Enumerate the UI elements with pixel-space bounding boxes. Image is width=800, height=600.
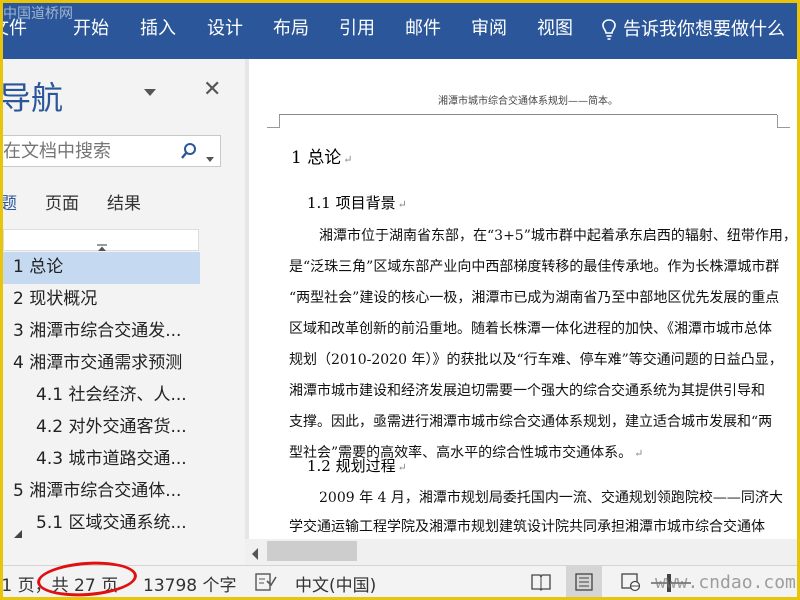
text-line: 学交通运输工程学院及湘潭市规划建筑设计院共同承担湘潭市城市综合交通体 — [289, 516, 765, 536]
tab-mailings[interactable]: 邮件 — [405, 17, 441, 41]
text-line-content: “两型社会”建设的核心一极，湘潭市已成为湖南省乃至中部地区优先发展的重点 — [289, 290, 780, 306]
heading-item[interactable]: 3 湘潭市综合交通发... — [3, 316, 200, 348]
heading-item[interactable]: 1 总论 — [3, 252, 200, 284]
heading-item-label: 1 总论 — [13, 257, 64, 277]
text-line-content: 学交通运输工程学院及湘潭市规划建筑设计院共同承担湘潭市城市综合交通体 — [289, 519, 765, 535]
text-line-content: 2009 年 4 月，湘潭市规划局委托国内一流、交通规划领跑院校——同济大 — [319, 490, 783, 506]
text-line: 支撑。因此，亟需进行湘潭市城市综合交通体系规划，建立适合城市发展和“两 — [289, 411, 772, 431]
navigation-pane: 导航 ✕ 标题 页面 结果 1 总论 2 现状概况 3 湘潭市综合交通发... 4 湘… — [3, 59, 245, 565]
tab-design[interactable]: 设计 — [207, 17, 243, 41]
text-line: 区域和改革创新的前沿重地。随着长株潭一体化进程的加快、《湘潭市城市总体 — [289, 318, 772, 338]
lightbulb-icon — [601, 17, 617, 49]
heading-item-label: 4.3 城市道路交通... — [36, 449, 187, 469]
scroll-up-button[interactable] — [3, 229, 199, 251]
text-line-content: 规划（2010-2020 年）》的获批以及“行车难、停车难”等交通问题的日益凸显… — [289, 352, 783, 368]
language-status[interactable]: 中文(中国) — [295, 571, 376, 596]
status-bar: 第 1 页，共 27 页 13798 个字 中文(中国) www.cndao.c… — [3, 558, 797, 597]
web-layout-icon — [621, 573, 641, 592]
heading-1: 1 总论 ↵ — [291, 143, 352, 168]
document-canvas: 湘潭市城市综合交通体系规划——简本。 1 总论 ↵ 1.1 项目背景 ↵ 湘潭市位于… — [245, 59, 797, 565]
expand-triangle-icon[interactable] — [13, 519, 23, 540]
margin-mark-right — [777, 115, 790, 128]
chevron-down-icon[interactable] — [143, 83, 157, 97]
print-layout-button[interactable] — [566, 566, 602, 597]
tab-layout[interactable]: 布局 — [273, 17, 309, 41]
search-icon[interactable] — [181, 142, 197, 164]
heading-item[interactable]: 4.1 社会经济、人... — [3, 380, 200, 412]
read-mode-icon — [531, 574, 551, 591]
read-mode-button[interactable] — [523, 566, 559, 597]
text-line-content: 是“泛珠三角”区域东部产业向中西部梯度转移的最佳传承地。作为长株潭城市群 — [289, 259, 780, 275]
nav-search-input[interactable] — [3, 140, 173, 162]
heading-item[interactable]: 4.3 城市道路交通... — [3, 444, 200, 476]
tab-references[interactable]: 引用 — [339, 17, 375, 41]
text-line: 规划（2010-2020 年）》的获批以及“行车难、停车难”等交通问题的日益凸显… — [289, 349, 783, 369]
web-layout-button[interactable] — [613, 566, 649, 597]
search-options-chevron-icon[interactable] — [206, 148, 214, 167]
watermark-url: www.cndao.com — [655, 572, 796, 593]
text-line: 是“泛珠三角”区域东部产业向中西部梯度转移的最佳传承地。作为长株潭城市群 — [289, 256, 779, 276]
horizontal-scroll-thumb[interactable] — [267, 541, 357, 561]
heading-item[interactable]: 5.1 区域交通系统... — [3, 508, 200, 540]
tab-results[interactable]: 结果 — [107, 189, 141, 214]
heading-item-label: 3 湘潭市综合交通发... — [13, 321, 182, 341]
heading-1-1: 1.1 项目背景 ↵ — [307, 192, 407, 213]
red-annotation-circle — [35, 558, 139, 597]
proofing-icon[interactable] — [255, 572, 277, 596]
heading-item[interactable]: 5 湘潭市综合交通体... — [3, 476, 200, 508]
heading-item[interactable]: 4 湘潭市交通需求预测 — [3, 348, 200, 380]
text-line: 湘潭市城市建设和经济发展迫切需要一个强大的综合交通系统为其提供引导和 — [289, 380, 765, 400]
tab-view[interactable]: 视图 — [537, 17, 573, 41]
watermark-logo-text: 中国道桥网 — [3, 6, 73, 22]
paragraph-mark-icon: ↵ — [397, 461, 407, 474]
print-layout-icon — [575, 573, 593, 591]
tab-home[interactable]: 开始 — [73, 17, 109, 41]
paragraph-mark-icon: ↵ — [397, 198, 407, 211]
heading-item-label: 2 现状概况 — [13, 289, 98, 309]
heading-item-label: 4 湘潭市交通需求预测 — [13, 353, 183, 373]
tab-headings[interactable]: 标题 — [3, 189, 17, 214]
ribbon-tab-bar: 文件 开始 插入 设计 布局 引用 邮件 审阅 视图 告诉我你想要做什么 中国道… — [3, 3, 797, 59]
text-line-content: 湘潭市城市建设和经济发展迫切需要一个强大的综合交通系统为其提供引导和 — [289, 383, 765, 399]
text-line-content: 支撑。因此，亟需进行湘潭市城市综合交通体系规划，建立适合城市发展和“两 — [289, 414, 773, 430]
heading-item-label: 5.1 区域交通系统... — [36, 513, 187, 533]
word-window: 文件 开始 插入 设计 布局 引用 邮件 审阅 视图 告诉我你想要做什么 中国道… — [0, 0, 800, 600]
text-line: 2009 年 4 月，湘潭市规划局委托国内一流、交通规划领跑院校——同济大 — [319, 487, 783, 507]
horizontal-scrollbar[interactable] — [245, 539, 797, 565]
tell-me-text: 告诉我你想要做什么 — [623, 19, 785, 40]
heading-item-label: 4.2 对外交通客货... — [36, 417, 187, 437]
text-line-content: 湘潭市位于湖南省东部，在“3+5”城市群中起着承东启西的辐射、纽带作用， — [319, 228, 797, 244]
margin-mark-left — [267, 115, 280, 128]
nav-pane-title: 导航 — [3, 79, 64, 117]
paragraph-mark-icon: ↵ — [343, 153, 353, 166]
heading-1-text: 1 总论 — [291, 148, 342, 168]
heading-1-1-text: 1.1 项目背景 — [307, 194, 396, 212]
tab-insert[interactable]: 插入 — [140, 17, 176, 41]
word-count-status[interactable]: 13798 个字 — [143, 571, 236, 596]
text-line: “两型社会”建设的核心一极，湘潭市已成为湖南省乃至中部地区优先发展的重点 — [289, 287, 779, 307]
heading-1-2: 1.2 规划过程 ↵ — [307, 455, 407, 476]
close-icon[interactable]: ✕ — [203, 79, 221, 101]
nav-search-box — [3, 135, 221, 167]
paragraph-mark-icon: ↵ — [634, 447, 644, 460]
heading-item[interactable]: 2 现状概况 — [3, 284, 200, 316]
heading-1-2-text: 1.2 规划过程 — [307, 457, 396, 475]
tab-headings-label: 标题 — [3, 194, 17, 214]
heading-item[interactable]: 4.2 对外交通客货... — [3, 412, 200, 444]
scroll-left-icon[interactable] — [251, 545, 259, 564]
tell-me-box[interactable]: 告诉我你想要做什么 — [601, 17, 785, 43]
tab-review[interactable]: 审阅 — [471, 17, 507, 41]
text-line-content: 区域和改革创新的前沿重地。随着长株潭一体化进程的加快、《湘潭市城市总体 — [289, 321, 772, 337]
text-line: 湘潭市位于湖南省东部，在“3+5”城市群中起着承东启西的辐射、纽带作用， — [319, 225, 797, 245]
tab-pages[interactable]: 页面 — [45, 189, 79, 214]
heading-item-label: 4.1 社会经济、人... — [36, 385, 187, 405]
heading-item-label: 5 湘潭市综合交通体... — [13, 481, 182, 501]
document-page[interactable]: 湘潭市城市综合交通体系规划——简本。 1 总论 ↵ 1.1 项目背景 ↵ 湘潭市位于… — [249, 59, 797, 539]
page-header: 湘潭市城市综合交通体系规划——简本。 — [279, 95, 777, 115]
